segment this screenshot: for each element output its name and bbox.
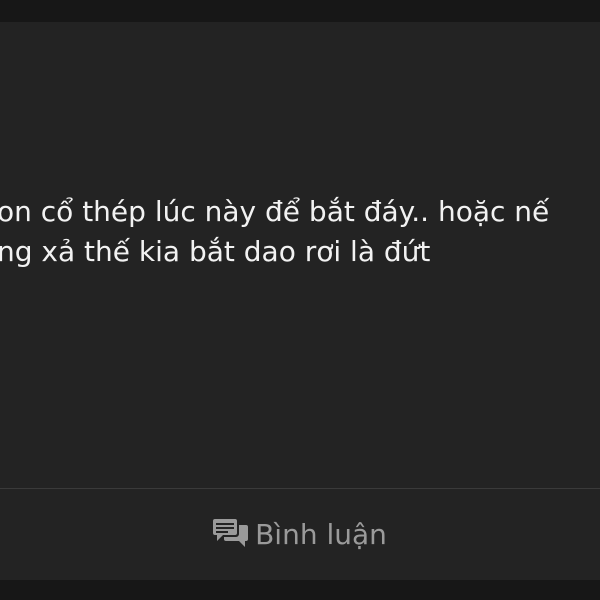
comment-button[interactable]: Bình luận — [0, 489, 600, 579]
comment-bubbles-icon — [213, 517, 249, 551]
post-text-line-2: ng xả thế kia bắt dao rơi là đứt — [0, 235, 431, 268]
post-card: on cổ thép lúc này để bắt đáy.. hoặc nế … — [0, 22, 600, 580]
comment-button-label: Bình luận — [255, 517, 387, 551]
top-background-strip — [0, 0, 600, 22]
bottom-background-strip — [0, 580, 600, 600]
post-text-line-1: on cổ thép lúc này để bắt đáy.. hoặc nế — [0, 195, 550, 228]
post-body: on cổ thép lúc này để bắt đáy.. hoặc nế … — [0, 192, 600, 272]
